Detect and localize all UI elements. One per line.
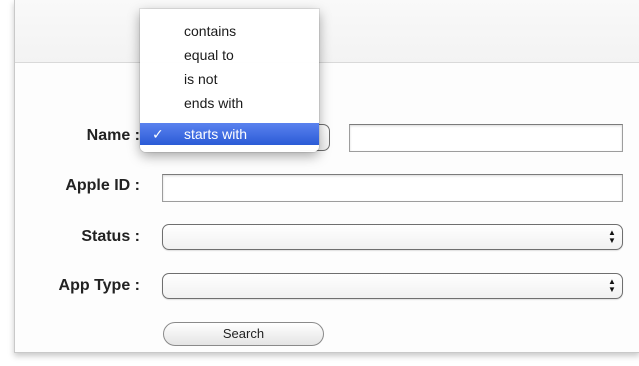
apple-id-label: Apple ID :: [65, 177, 140, 194]
menu-item-starts-with[interactable]: ✓ starts with: [140, 123, 319, 145]
menu-item-label: ends with: [184, 95, 244, 111]
panel-header: [15, 0, 639, 63]
menu-item-equal-to[interactable]: equal to: [140, 44, 319, 66]
name-field[interactable]: [349, 124, 623, 152]
menu-item-is-not[interactable]: is not: [140, 68, 319, 90]
menu-item-ends-with[interactable]: ends with: [140, 92, 319, 114]
menu-item-label: contains: [184, 23, 237, 39]
name-label: Name :: [86, 127, 140, 144]
search-button[interactable]: Search: [163, 322, 324, 346]
apple-id-field[interactable]: [162, 174, 623, 202]
menu-item-contains[interactable]: contains: [140, 20, 319, 42]
status-label: Status :: [81, 228, 140, 245]
updown-arrows-icon: ▲ ▼: [608, 277, 616, 294]
checkmark-icon: ✓: [152, 126, 164, 142]
menu-item-label: equal to: [184, 47, 234, 63]
updown-arrows-icon: ▲ ▼: [608, 228, 616, 245]
app-type-select[interactable]: ▲ ▼: [162, 273, 623, 299]
menu-item-label: is not: [184, 71, 218, 87]
status-select[interactable]: ▲ ▼: [162, 224, 623, 250]
app-type-label: App Type :: [58, 277, 140, 294]
menu-item-label: starts with: [184, 126, 248, 142]
name-operator-menu: contains equal to is not ends with ✓ sta…: [140, 9, 319, 152]
